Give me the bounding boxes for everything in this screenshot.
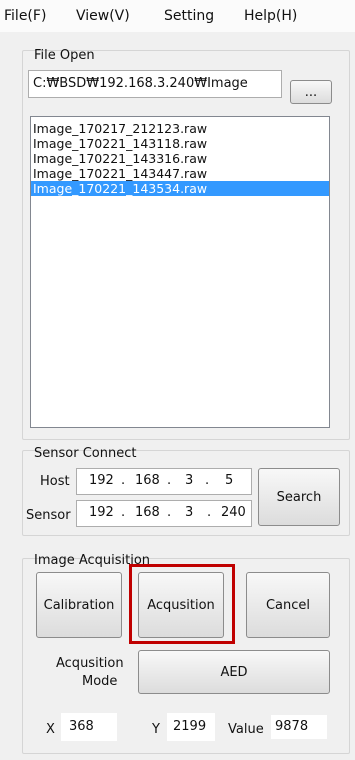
- acquisition-highlight-box: [129, 564, 235, 644]
- menu-view[interactable]: View(V): [76, 8, 130, 24]
- sensor-ip-octet-3: 3: [185, 505, 194, 520]
- file-list-item[interactable]: Image_170221_143534.raw: [31, 181, 329, 196]
- file-list-item[interactable]: Image_170221_143447.raw: [31, 166, 329, 181]
- y-label: Y: [152, 722, 160, 737]
- file-list[interactable]: Image_170217_212123.raw Image_170221_1431…: [30, 116, 330, 428]
- search-button[interactable]: Search: [258, 468, 340, 526]
- value-field: 9878: [270, 714, 328, 740]
- host-label: Host: [40, 474, 70, 489]
- calibration-button[interactable]: Calibration: [36, 572, 122, 638]
- sensor-connect-label: Sensor Connect: [34, 446, 137, 461]
- value-label: Value: [228, 722, 264, 737]
- acquisition-mode-label-line1: Acqusition: [56, 656, 124, 671]
- y-value-field: 2199: [166, 712, 216, 742]
- menu-setting[interactable]: Setting: [164, 8, 214, 24]
- browse-button[interactable]: ...: [290, 80, 332, 104]
- host-ip-input[interactable]: 192 . 168 . 3 . 5: [76, 468, 252, 495]
- menu-help[interactable]: Help(H): [244, 8, 297, 24]
- acquisition-mode-button[interactable]: AED: [138, 650, 330, 694]
- sensor-ip-octet-4: 240: [221, 505, 246, 520]
- sensor-label: Sensor: [26, 508, 71, 523]
- menu-file[interactable]: File(F): [4, 8, 46, 24]
- host-ip-octet-1: 192: [89, 473, 114, 488]
- sensor-ip-octet-2: 168: [135, 505, 160, 520]
- x-label: X: [46, 722, 55, 737]
- cancel-button[interactable]: Cancel: [246, 572, 330, 638]
- host-ip-octet-2: 168: [135, 473, 160, 488]
- file-list-item[interactable]: Image_170217_212123.raw: [31, 121, 329, 136]
- sensor-ip-octet-1: 192: [89, 505, 114, 520]
- menu-bar: File(F) View(V) Setting Help(H): [0, 0, 355, 32]
- sensor-ip-input[interactable]: 192 . 168 . 3 . 240: [76, 500, 252, 527]
- x-value-field: 368: [60, 712, 118, 742]
- file-list-item[interactable]: Image_170221_143118.raw: [31, 136, 329, 151]
- file-open-label: File Open: [34, 48, 95, 63]
- host-ip-octet-4: 5: [225, 473, 234, 488]
- acquisition-mode-label-line2: Mode: [82, 674, 118, 689]
- host-ip-octet-3: 3: [185, 473, 194, 488]
- path-input[interactable]: C:₩BSD₩192.168.3.240₩Image: [28, 70, 282, 98]
- file-list-item[interactable]: Image_170221_143316.raw: [31, 151, 329, 166]
